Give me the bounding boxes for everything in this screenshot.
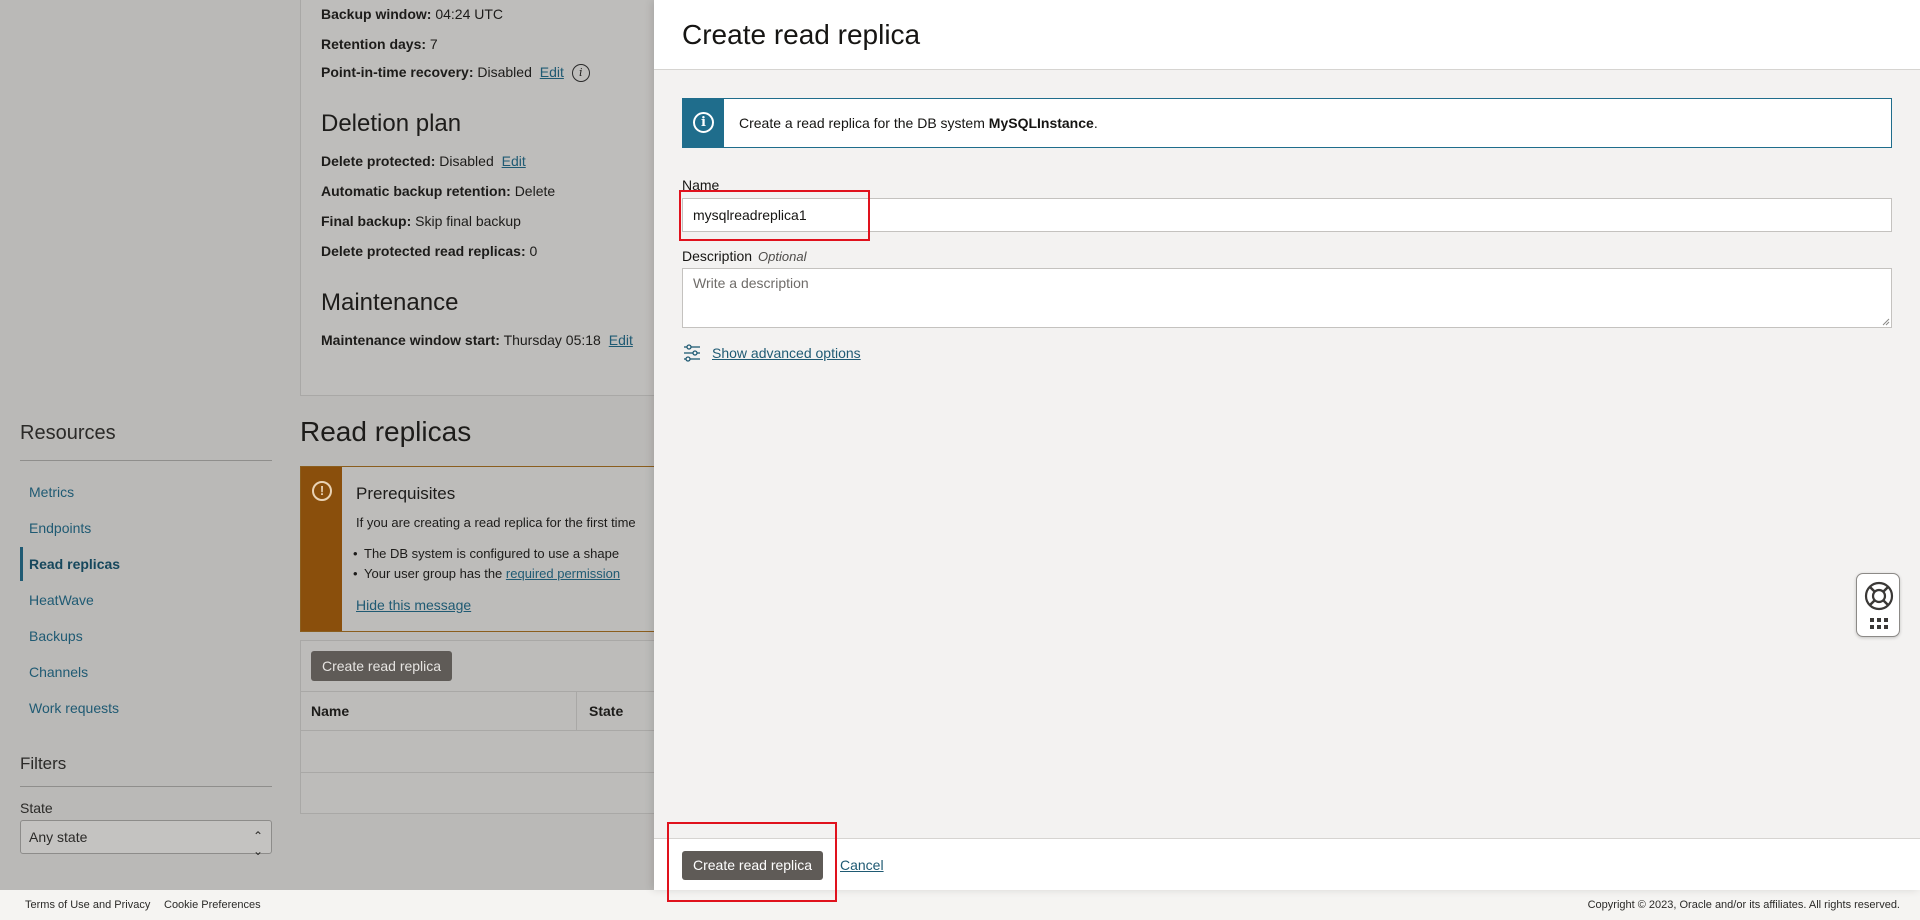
db-system-name: MySQLInstance bbox=[988, 115, 1094, 131]
cancel-link[interactable]: Cancel bbox=[840, 857, 884, 873]
delete-protected-replicas-row: Delete protected read replicas: 0 bbox=[321, 243, 537, 259]
cookie-preferences-link[interactable]: Cookie Preferences bbox=[164, 899, 261, 911]
info-bar: i bbox=[683, 99, 724, 147]
drawer-title: Create read replica bbox=[682, 19, 921, 50]
state-filter-label: State bbox=[20, 800, 53, 816]
final-backup-value: Skip final backup bbox=[415, 213, 521, 229]
notice-text-prefix: Create a read replica for the DB system bbox=[739, 115, 989, 131]
column-divider bbox=[576, 692, 577, 730]
lifebuoy-icon bbox=[1864, 581, 1894, 629]
prerequisites-bullet: Your user group has the required permiss… bbox=[353, 566, 620, 581]
info-icon: i bbox=[693, 112, 714, 133]
info-icon[interactable]: i bbox=[571, 64, 590, 83]
maintenance-window-row: Maintenance window start: Thursday 05:18… bbox=[321, 332, 633, 348]
auto-backup-label: Automatic backup retention: bbox=[321, 183, 511, 199]
retention-row: Retention days: 7 bbox=[321, 36, 438, 52]
retention-value: 7 bbox=[429, 36, 438, 52]
auto-backup-row: Automatic backup retention: Delete bbox=[321, 183, 555, 199]
delete-protected-replicas-value: 0 bbox=[529, 243, 538, 259]
column-header-state[interactable]: State bbox=[589, 692, 623, 730]
help-widget[interactable] bbox=[1856, 573, 1900, 637]
maintenance-edit-link[interactable]: Edit bbox=[609, 332, 633, 348]
divider bbox=[20, 786, 272, 787]
divider bbox=[301, 772, 659, 773]
resources-heading: Resources bbox=[20, 422, 116, 444]
pitr-value: Disabled bbox=[477, 64, 532, 80]
sliders-icon bbox=[684, 344, 700, 362]
state-filter-select[interactable]: Any state ⌃ ⌄ bbox=[20, 820, 272, 858]
prerequisites-bullet: The DB system is configured to use a sha… bbox=[353, 546, 619, 561]
delete-protected-replicas-label: Delete protected read replicas: bbox=[321, 243, 526, 259]
read-replicas-heading: Read replicas bbox=[300, 416, 472, 447]
description-input[interactable] bbox=[682, 268, 1892, 328]
show-advanced-options-link[interactable]: Show advanced options bbox=[712, 345, 861, 361]
resources-item-backups[interactable]: Backups bbox=[20, 619, 272, 653]
pitr-edit-link[interactable]: Edit bbox=[540, 64, 564, 80]
resources-item-endpoints[interactable]: Endpoints bbox=[20, 511, 272, 545]
backup-window-label: Backup window: bbox=[321, 6, 432, 22]
create-read-replica-button-bg[interactable]: Create read replica bbox=[311, 651, 453, 681]
maintenance-window-value: Thursday 05:18 bbox=[503, 332, 601, 348]
filters-heading: Filters bbox=[20, 754, 67, 773]
resources-item-metrics[interactable]: Metrics bbox=[20, 475, 272, 509]
delete-protected-value: Disabled bbox=[439, 153, 494, 169]
pitr-row: Point-in-time recovery: Disabled Edit i bbox=[321, 64, 590, 83]
backup-window-row: Backup window: 04:24 UTC bbox=[321, 6, 503, 22]
create-read-replica-drawer: Create read replica i Create a read repl… bbox=[654, 0, 1920, 890]
drawer-footer: Create read replica Cancel bbox=[654, 838, 1920, 890]
maintenance-heading: Maintenance bbox=[321, 289, 459, 316]
read-replicas-table: Create read replica Name State bbox=[300, 640, 660, 814]
updown-chevron-icon: ⌃ ⌄ bbox=[252, 829, 263, 858]
prerequisites-bullet-text: Your user group has the bbox=[364, 566, 506, 581]
resources-item-heatwave[interactable]: HeatWave bbox=[20, 583, 272, 617]
resources-item-channels[interactable]: Channels bbox=[20, 655, 272, 689]
name-field-highlight bbox=[679, 190, 870, 241]
state-filter-value: Any state bbox=[29, 829, 88, 845]
page-footer: Terms of Use and Privacy Cookie Preferen… bbox=[0, 890, 1920, 920]
terms-link[interactable]: Terms of Use and Privacy bbox=[25, 899, 150, 911]
delete-protected-label: Delete protected: bbox=[321, 153, 436, 169]
maintenance-window-label: Maintenance window start: bbox=[321, 332, 500, 348]
final-backup-label: Final backup: bbox=[321, 213, 412, 229]
db-system-details-panel: Backup window: 04:24 UTC Retention days:… bbox=[300, 0, 660, 396]
deletion-plan-heading: Deletion plan bbox=[321, 110, 462, 137]
pitr-label: Point-in-time recovery: bbox=[321, 64, 474, 80]
final-backup-row: Final backup: Skip final backup bbox=[321, 213, 521, 229]
delete-protected-edit-link[interactable]: Edit bbox=[502, 153, 526, 169]
retention-label: Retention days: bbox=[321, 36, 427, 52]
description-label-row: Description Optional bbox=[682, 248, 806, 264]
delete-protected-row: Delete protected: Disabled Edit bbox=[321, 153, 526, 169]
description-label: Description bbox=[682, 248, 753, 264]
drawer-header: Create read replica bbox=[654, 0, 1920, 70]
prerequisites-text: If you are creating a read replica for t… bbox=[356, 515, 636, 530]
prerequisites-banner: ! Prerequisites If you are creating a re… bbox=[300, 466, 660, 632]
required-permissions-link[interactable]: required permission bbox=[506, 566, 620, 581]
warning-icon: ! bbox=[312, 481, 332, 501]
info-notice: i Create a read replica for the DB syste… bbox=[682, 98, 1892, 148]
hide-message-link[interactable]: Hide this message bbox=[356, 597, 471, 613]
auto-backup-value: Delete bbox=[514, 183, 556, 199]
resources-item-work-requests[interactable]: Work requests bbox=[20, 691, 272, 725]
copyright-text: Copyright © 2023, Oracle and/or its affi… bbox=[1587, 899, 1900, 911]
resize-grip-icon[interactable] bbox=[1882, 318, 1890, 326]
notice-text: Create a read replica for the DB system … bbox=[739, 115, 1098, 131]
submit-button-highlight bbox=[667, 822, 837, 902]
divider bbox=[20, 460, 272, 461]
warning-bar: ! bbox=[301, 467, 342, 631]
column-header-name[interactable]: Name bbox=[311, 692, 349, 730]
resources-item-read-replicas[interactable]: Read replicas bbox=[20, 547, 272, 581]
notice-text-suffix: . bbox=[1093, 115, 1098, 131]
optional-tag: Optional bbox=[758, 249, 807, 264]
backup-window-value: 04:24 UTC bbox=[435, 6, 504, 22]
prerequisites-title: Prerequisites bbox=[356, 484, 456, 503]
table-header: Name State bbox=[301, 691, 659, 731]
